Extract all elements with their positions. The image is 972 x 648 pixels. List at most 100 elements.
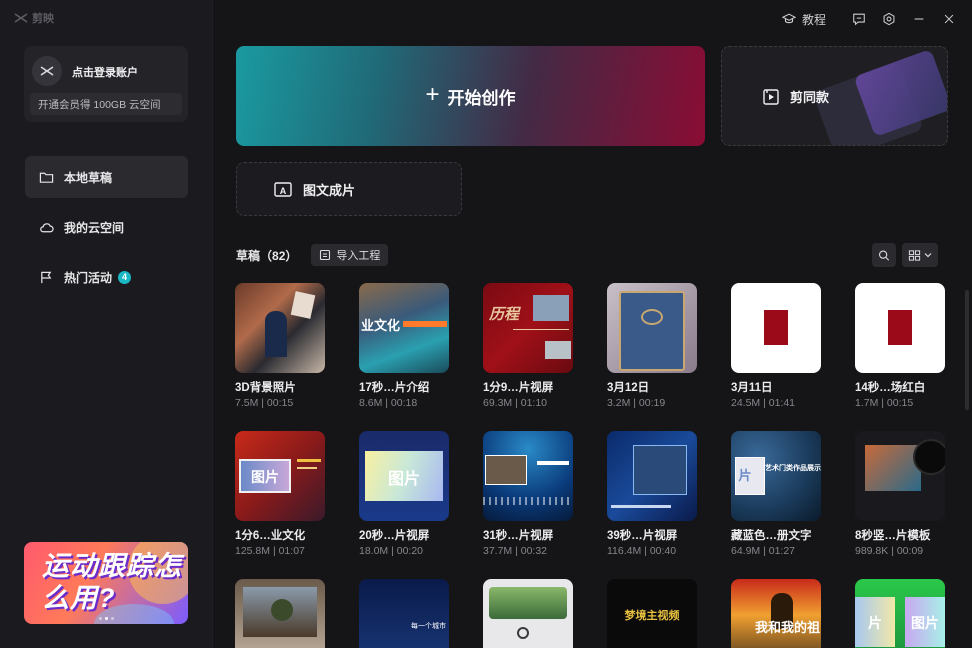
- capcut-logo-icon: [14, 13, 28, 23]
- draft-card[interactable]: 片 艺术门类作品展示 藏蓝色…册文字 64.9M | 01:27: [731, 431, 821, 557]
- draft-size: 69.3M: [483, 397, 513, 409]
- draft-thumbnail[interactable]: 图片: [235, 431, 325, 521]
- search-icon: [878, 249, 890, 261]
- view-mode-dropdown[interactable]: [902, 243, 938, 267]
- chevron-down-icon: [924, 253, 932, 258]
- draft-meta: 18.0M | 00:20: [359, 545, 424, 557]
- draft-size: 24.5M: [731, 397, 761, 409]
- draft-card[interactable]: 图片 1分6…业文化 125.8M | 01:07: [235, 431, 325, 557]
- draft-thumbnail[interactable]: 梦境主视频: [607, 579, 697, 648]
- draft-card[interactable]: [483, 579, 573, 648]
- promo-banner[interactable]: 运动跟踪怎么用?: [24, 542, 188, 624]
- draft-thumbnail[interactable]: [607, 283, 697, 373]
- import-project-button[interactable]: 导入工程: [311, 244, 389, 266]
- draft-thumbnail[interactable]: 图片: [359, 431, 449, 521]
- promo-text: 运动跟踪怎么用?: [42, 551, 182, 613]
- draft-card[interactable]: 历程 1分9…片视屏 69.3M | 01:10: [483, 283, 573, 409]
- sidebar-item-label: 我的云空间: [64, 220, 125, 235]
- template-icon: [763, 88, 779, 105]
- draft-card[interactable]: 31秒…片视屏 37.7M | 00:32: [483, 431, 573, 557]
- minimize-icon: [914, 18, 924, 20]
- draft-card[interactable]: 图片 20秒…片视屏 18.0M | 00:20: [359, 431, 449, 557]
- draft-title: 藏蓝色…册文字: [731, 530, 812, 542]
- sidebar-item-hot-events[interactable]: 热门活动 4: [25, 256, 188, 298]
- close-button[interactable]: [936, 8, 962, 30]
- window-controls: 教程: [772, 8, 962, 30]
- draft-thumbnail[interactable]: 片 艺术门类作品展示: [731, 431, 821, 521]
- draft-card[interactable]: 3月11日 24.5M | 01:41: [731, 283, 821, 409]
- draft-meta: 7.5M | 00:15: [235, 397, 294, 409]
- carousel-dot[interactable]: [110, 617, 114, 620]
- draft-title: 3月12日: [607, 382, 650, 394]
- app-logo: 剪映: [14, 10, 54, 26]
- draft-thumbnail[interactable]: [483, 579, 573, 648]
- avatar[interactable]: [32, 56, 62, 86]
- draft-thumbnail[interactable]: [235, 579, 325, 648]
- draft-thumbnail[interactable]: 历程: [483, 283, 573, 373]
- draft-duration: 00:19: [638, 397, 666, 409]
- draft-card[interactable]: 14秒…场红白 1.7M | 00:15: [855, 283, 945, 409]
- draft-thumbnail[interactable]: [483, 431, 573, 521]
- draft-thumbnail[interactable]: [855, 431, 945, 521]
- draft-meta: 116.4M | 00:40: [607, 545, 677, 557]
- draft-thumbnail[interactable]: [235, 283, 325, 373]
- feedback-button[interactable]: [846, 8, 872, 30]
- draft-card[interactable]: 39秒…片视屏 116.4M | 00:40: [607, 431, 697, 557]
- draft-card[interactable]: 我和我的祖: [731, 579, 821, 648]
- sidebar-item-cloud-space[interactable]: 我的云空间: [25, 206, 188, 248]
- draft-title: 31秒…片视屏: [483, 530, 554, 542]
- draft-thumbnail[interactable]: 片 图片: [855, 579, 945, 648]
- draft-title: 3月11日: [731, 382, 773, 394]
- view-tools: [872, 243, 938, 267]
- search-button[interactable]: [872, 243, 896, 267]
- gear-icon: [883, 12, 895, 26]
- draft-thumbnail[interactable]: 我和我的祖: [731, 579, 821, 648]
- draft-card[interactable]: 8秒竖…片模板 989.8K | 00:09: [855, 431, 945, 557]
- draft-duration: 00:20: [396, 545, 424, 557]
- scrollbar[interactable]: [965, 290, 969, 410]
- settings-button[interactable]: [876, 8, 902, 30]
- draft-meta: 37.7M | 00:32: [483, 545, 548, 557]
- draft-size: 125.8M: [235, 545, 271, 557]
- carousel-dot[interactable]: [98, 617, 102, 620]
- draft-duration: 00:15: [886, 397, 914, 409]
- draft-card[interactable]: 片 图片: [855, 579, 945, 648]
- tutorial-button[interactable]: 教程: [772, 8, 836, 30]
- template-label: 剪同款: [790, 90, 830, 105]
- carousel-dots[interactable]: [24, 617, 188, 620]
- draft-card[interactable]: 梦境主视频: [607, 579, 697, 648]
- draft-card[interactable]: 业文化 17秒…片介绍 8.6M | 00:18: [359, 283, 449, 409]
- login-label[interactable]: 点击登录账户: [72, 64, 138, 80]
- minimize-button[interactable]: [906, 8, 932, 30]
- app-name: 剪映: [32, 13, 54, 25]
- import-project-label: 导入工程: [336, 250, 381, 262]
- draft-title: 14秒…场红白: [855, 382, 926, 394]
- draft-card[interactable]: [235, 579, 325, 648]
- account-card[interactable]: 点击登录账户 开通会员得 100GB 云空间: [24, 46, 188, 122]
- start-creating-button[interactable]: + 开始创作: [236, 46, 705, 146]
- import-icon: [320, 249, 331, 261]
- sidebar-item-label: 本地草稿: [64, 170, 113, 185]
- image-text-video-button[interactable]: A 图文成片: [236, 162, 462, 216]
- draft-card[interactable]: 每一个城市: [359, 579, 449, 648]
- draft-size: 116.4M: [607, 545, 642, 557]
- draft-duration: 00:40: [649, 545, 677, 557]
- carousel-dot[interactable]: [104, 617, 108, 620]
- draft-card[interactable]: 3月12日 3.2M | 00:19: [607, 283, 697, 409]
- sidebar-item-local-drafts[interactable]: 本地草稿: [25, 156, 188, 198]
- draft-thumbnail[interactable]: 每一个城市: [359, 579, 449, 648]
- flag-icon: [41, 271, 52, 283]
- draft-thumbnail[interactable]: [607, 431, 697, 521]
- vip-promo[interactable]: 开通会员得 100GB 云空间: [30, 93, 182, 115]
- draft-meta: 125.8M | 01:07: [235, 545, 305, 557]
- draft-duration: 01:10: [520, 397, 548, 409]
- draft-card[interactable]: 3D背景照片 7.5M | 00:15: [235, 283, 325, 409]
- draft-meta: 989.8K | 00:09: [855, 545, 924, 557]
- draft-thumbnail[interactable]: [855, 283, 945, 373]
- draft-thumbnail[interactable]: [731, 283, 821, 373]
- template-button[interactable]: 剪同款: [721, 46, 948, 146]
- draft-duration: 00:15: [266, 397, 294, 409]
- drafts-title-label: 草稿: [236, 248, 261, 263]
- draft-thumbnail[interactable]: 业文化: [359, 283, 449, 373]
- draft-title: 1分9…片视屏: [483, 382, 554, 394]
